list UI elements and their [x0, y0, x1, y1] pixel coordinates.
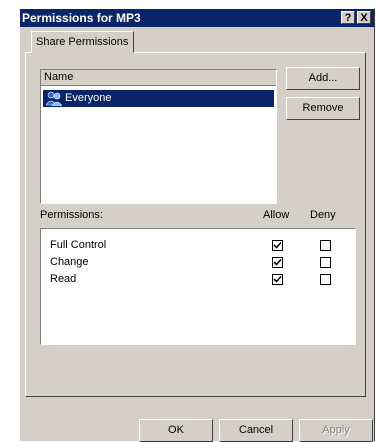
- column-header-label: Name: [44, 71, 74, 83]
- users-list[interactable]: Name Everyone: [40, 69, 277, 204]
- permission-label-full-control: Full Control: [50, 239, 107, 251]
- tab-share-permissions[interactable]: Share Permissions: [31, 31, 134, 53]
- list-item[interactable]: Everyone: [43, 90, 274, 107]
- deny-full-control-checkbox[interactable]: [320, 240, 331, 251]
- permissions-list: Full Control Change Read: [40, 228, 356, 345]
- users-group-icon: [45, 91, 63, 107]
- cancel-button[interactable]: Cancel: [219, 419, 293, 442]
- add-button[interactable]: Add...: [286, 67, 360, 90]
- permissions-label: Permissions:: [40, 209, 103, 221]
- close-button[interactable]: X: [357, 11, 371, 24]
- help-button[interactable]: ?: [341, 11, 355, 24]
- permission-label-read: Read: [50, 273, 77, 285]
- column-header-name[interactable]: Name: [41, 70, 276, 86]
- list-item-label: Everyone: [65, 92, 112, 104]
- allow-column-label: Allow: [263, 209, 290, 221]
- apply-button[interactable]: Apply: [299, 419, 373, 442]
- deny-read-checkbox[interactable]: [320, 274, 331, 285]
- deny-change-checkbox[interactable]: [320, 257, 331, 268]
- allow-full-control-checkbox[interactable]: [272, 240, 283, 251]
- deny-column-label: Deny: [310, 209, 336, 221]
- window-title: Permissions for MP3: [22, 11, 141, 25]
- remove-button[interactable]: Remove: [286, 97, 360, 120]
- allow-change-checkbox[interactable]: [272, 257, 283, 268]
- title-bar[interactable]: Permissions for MP3 ? X: [20, 9, 374, 27]
- ok-button[interactable]: OK: [139, 419, 213, 442]
- allow-read-checkbox[interactable]: [272, 274, 283, 285]
- tab-label: Share Permissions: [36, 36, 129, 48]
- permission-label-change: Change: [50, 256, 89, 268]
- permissions-dialog: Permissions for MP3 ? X Share Permission…: [19, 8, 375, 442]
